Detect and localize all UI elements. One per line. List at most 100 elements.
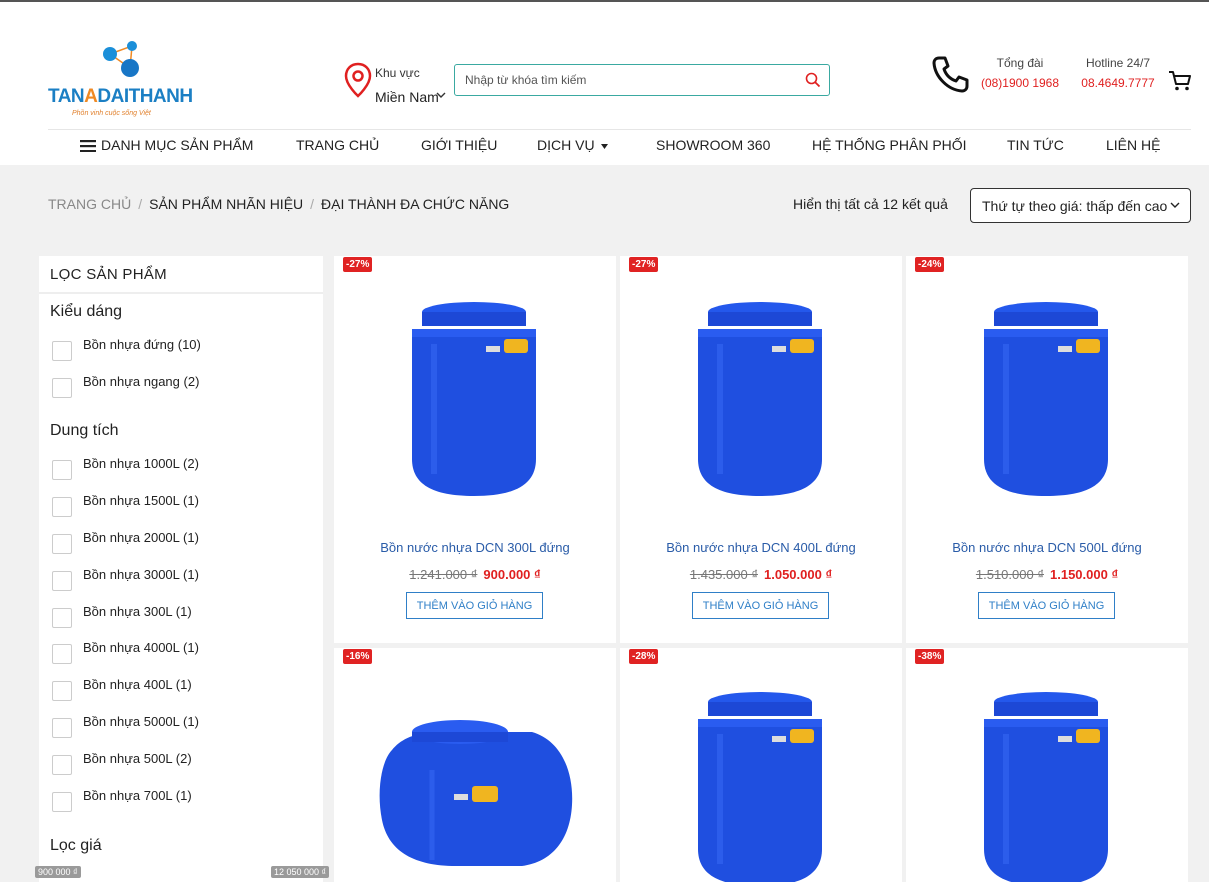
add-to-cart-button[interactable]: THÊM VÀO GIỎ HÀNG: [978, 592, 1115, 619]
product-card[interactable]: -27% Bồn nước nhựa DCN 400L đứng 1.435.0…: [620, 256, 902, 643]
hotline-label: Hotline 24/7: [1085, 56, 1151, 70]
filter-option[interactable]: Bồn nhựa 1000L (2): [52, 456, 312, 482]
filter-checkbox[interactable]: [52, 534, 72, 554]
filter-checkbox[interactable]: [52, 644, 72, 664]
filter-checkbox[interactable]: [52, 378, 72, 398]
filter-option[interactable]: Bồn nhựa đứng (10): [52, 337, 312, 363]
style-filter-title: Kiểu dáng: [50, 303, 123, 320]
nav-services[interactable]: DỊCH VỤ: [537, 137, 595, 153]
product-image[interactable]: [372, 710, 578, 872]
filter-option[interactable]: Bồn nhựa 3000L (1): [52, 567, 312, 593]
discount-badge: -38%: [915, 649, 945, 664]
switchboard-label: Tổng đài: [996, 56, 1044, 70]
nav-categories[interactable]: DANH MỤC SẢN PHẨM: [101, 137, 253, 153]
product-image[interactable]: [690, 684, 830, 882]
old-price: 1.435.000 ₫: [689, 567, 758, 582]
product-name[interactable]: Bồn nước nhựa DCN 500L đứng: [906, 540, 1188, 555]
filter-checkbox[interactable]: [52, 341, 72, 361]
caret-down-icon: [601, 144, 608, 149]
filter-option-label: Bồn nhựa 2000L (1): [83, 530, 199, 545]
filter-option[interactable]: Bồn nhựa 700L (1): [52, 788, 312, 814]
search-input[interactable]: [455, 65, 785, 95]
main-nav: DANH MỤC SẢN PHẨM TRANG CHỦ GIỚI THIỆU D…: [48, 128, 1191, 164]
filter-option[interactable]: Bồn nhựa 300L (1): [52, 604, 312, 630]
search-icon[interactable]: [805, 72, 821, 88]
sale-price: 1.150.000 ₫: [1050, 567, 1119, 582]
cart-icon[interactable]: [1168, 70, 1192, 92]
filter-checkbox[interactable]: [52, 755, 72, 775]
product-name[interactable]: Bồn nước nhựa DCN 300L đứng: [334, 540, 616, 555]
nav-about[interactable]: GIỚI THIỆU: [421, 137, 497, 153]
logo-molecule-icon: [103, 41, 139, 77]
capacity-filter-title: Dung tích: [50, 422, 119, 439]
filter-option[interactable]: Bồn nhựa 5000L (1): [52, 714, 312, 740]
product-card[interactable]: -28%: [620, 648, 902, 882]
region-label: Khu vực: [375, 66, 420, 80]
product-prices: 1.510.000 ₫ 1.150.000 ₫: [906, 567, 1188, 582]
sort-value: Thứ tự theo giá: thấp đến cao: [982, 198, 1168, 214]
product-prices: 1.435.000 ₫ 1.050.000 ₫: [620, 567, 902, 582]
filter-checkbox[interactable]: [52, 460, 72, 480]
filter-checkbox[interactable]: [52, 681, 72, 701]
nav-distribution[interactable]: HỆ THỐNG PHÂN PHỐI: [812, 137, 967, 153]
product-prices: 1.241.000 ₫ 900.000 ₫: [334, 567, 616, 582]
nav-home[interactable]: TRANG CHỦ: [296, 137, 379, 153]
filter-checkbox[interactable]: [52, 608, 72, 628]
filter-option[interactable]: Bồn nhựa 4000L (1): [52, 640, 312, 666]
nav-contact[interactable]: LIÊN HỆ: [1106, 137, 1160, 153]
filter-option-label: Bồn nhựa 700L (1): [83, 788, 192, 803]
filter-option-label: Bồn nhựa 400L (1): [83, 677, 192, 692]
filter-checkbox[interactable]: [52, 571, 72, 591]
breadcrumb-separator: /: [310, 196, 315, 212]
result-count: Hiển thị tất cả 12 kết quả: [793, 196, 948, 212]
filter-option-label: Bồn nhựa 500L (2): [83, 751, 192, 766]
search-box: [454, 64, 830, 96]
nav-news[interactable]: TIN TỨC: [1007, 137, 1064, 153]
product-image[interactable]: [404, 294, 544, 499]
breadcrumb-brand[interactable]: SẢN PHẨM NHÃN HIỆU: [149, 196, 303, 212]
filter-sidebar: LỌC SẢN PHẨM Kiểu dáng Bồn nhựa đứng (10…: [35, 256, 330, 882]
switchboard-contact[interactable]: Tổng đài (08)1900 1968: [978, 56, 1062, 90]
filter-checkbox[interactable]: [52, 497, 72, 517]
region-selector[interactable]: Khu vực Miền Nam: [344, 62, 454, 108]
nav-showroom[interactable]: SHOWROOM 360: [656, 137, 770, 153]
add-to-cart-button[interactable]: THÊM VÀO GIỎ HÀNG: [406, 592, 543, 619]
product-image[interactable]: [976, 684, 1116, 882]
discount-badge: -27%: [343, 257, 373, 272]
hotline-contact[interactable]: Hotline 24/7 08.4649.7777: [1078, 56, 1158, 90]
switchboard-number: (08)1900 1968: [980, 76, 1060, 90]
filter-option[interactable]: Bồn nhựa 400L (1): [52, 677, 312, 703]
filter-option[interactable]: Bồn nhựa ngang (2): [52, 374, 312, 400]
chevron-down-icon: [436, 92, 446, 98]
product-card[interactable]: -38%: [906, 648, 1188, 882]
filter-option-label: Bồn nhựa 5000L (1): [83, 714, 199, 729]
filter-option-label: Bồn nhựa 1500L (1): [83, 493, 199, 508]
product-card[interactable]: -16%: [334, 648, 616, 882]
filter-checkbox[interactable]: [52, 718, 72, 738]
add-to-cart-button[interactable]: THÊM VÀO GIỎ HÀNG: [692, 592, 829, 619]
filter-option-label: Bồn nhựa 4000L (1): [83, 640, 199, 655]
product-image[interactable]: [976, 294, 1116, 499]
filter-option[interactable]: Bồn nhựa 500L (2): [52, 751, 312, 777]
breadcrumb-home[interactable]: TRANG CHỦ: [48, 196, 131, 212]
filter-checkbox[interactable]: [52, 792, 72, 812]
price-filter-title: Lọc giá: [50, 837, 102, 854]
filter-option-label: Bồn nhựa 300L (1): [83, 604, 192, 619]
filter-option[interactable]: Bồn nhựa 2000L (1): [52, 530, 312, 556]
filter-option-label: Bồn nhựa 1000L (2): [83, 456, 199, 471]
location-pin-icon: [344, 62, 372, 98]
price-max-label: 12 050 000 ₫: [271, 866, 330, 878]
sort-select[interactable]: Thứ tự theo giá: thấp đến cao: [970, 188, 1191, 223]
old-price: 1.510.000 ₫: [975, 567, 1044, 582]
product-card[interactable]: -27% Bồn nước nhựa DCN 300L đứng 1.241.0…: [334, 256, 616, 643]
product-name[interactable]: Bồn nước nhựa DCN 400L đứng: [620, 540, 902, 555]
discount-badge: -28%: [629, 649, 659, 664]
hamburger-menu-icon[interactable]: [80, 140, 96, 152]
product-image[interactable]: [690, 294, 830, 499]
filter-option[interactable]: Bồn nhựa 1500L (1): [52, 493, 312, 519]
filter-option-label: Bồn nhựa 3000L (1): [83, 567, 199, 582]
price-min-label: 900 000 ₫: [35, 866, 81, 878]
breadcrumb-current: ĐẠI THÀNH ĐA CHỨC NĂNG: [321, 196, 510, 212]
brand-logo[interactable]: TANADAITHANH Phồn vinh cuộc sống Việt: [46, 38, 206, 128]
product-card[interactable]: -24% Bồn nước nhựa DCN 500L đứng 1.510.0…: [906, 256, 1188, 643]
